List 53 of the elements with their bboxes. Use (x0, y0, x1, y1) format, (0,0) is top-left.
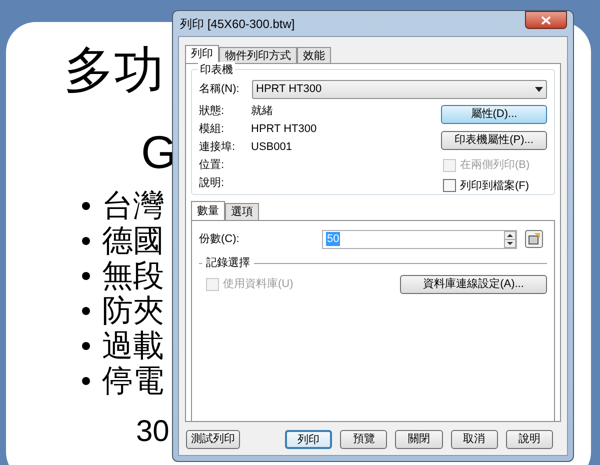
close-icon (541, 16, 551, 24)
printer-dropdown[interactable]: HPRT HT300 (252, 80, 547, 98)
tab[interactable]: 列印 (185, 45, 219, 63)
bullet-icon (82, 342, 90, 350)
tab[interactable]: 效能 (297, 47, 331, 63)
window-title: 列印 [45X60-300.btw] (180, 16, 295, 32)
button[interactable]: 列印 (284, 430, 332, 449)
slide-title: 多功 (64, 42, 164, 98)
bullet-text: 過載 (102, 328, 164, 362)
info-label: 模組: (199, 122, 226, 137)
button[interactable]: 預覽 (340, 430, 388, 449)
bullet-text: 停電 (102, 364, 164, 398)
info-value: USB001 (251, 140, 292, 155)
checkbox-label: 列印到檔案(F) (460, 178, 530, 194)
bullet-icon (82, 202, 90, 210)
bullet-text: 德國 (102, 224, 164, 258)
button[interactable]: 印表機屬性(P)... (441, 131, 547, 150)
info-value: 就緒 (251, 104, 273, 119)
slide-footer: 30 (136, 416, 170, 448)
bullet-text: 無段 (102, 258, 164, 292)
info-label: 說明: (199, 176, 226, 191)
bullet-icon (82, 306, 90, 314)
bullet-icon (82, 236, 90, 244)
counter-settings-icon (525, 230, 543, 248)
bullet-text: 台灣 (102, 188, 164, 222)
field-label: 名稱(N): (199, 82, 240, 97)
checkbox-label: 在兩側列印(B) (460, 158, 530, 173)
button[interactable]: 關閉 (395, 430, 443, 449)
button[interactable]: 測試列印 (186, 430, 240, 449)
button[interactable]: 取消 (450, 430, 498, 449)
tab[interactable]: 物件列印方式 (219, 47, 297, 63)
bullet-text: 防夾 (102, 294, 164, 328)
button[interactable]: 屬性(D)... (441, 105, 547, 124)
checkbox[interactable] (443, 179, 456, 192)
group-legend: 記錄選擇 (206, 255, 250, 272)
slide-subtitle: G (141, 128, 177, 176)
dropdown-value: HPRT HT300 (256, 82, 322, 97)
button[interactable]: 資料庫連線設定(A)... (400, 274, 547, 294)
checkbox-label: 使用資料庫(U) (223, 276, 294, 292)
info-value: HPRT HT300 (251, 122, 317, 137)
tab[interactable]: 數量 (191, 201, 225, 220)
spinner-icon (504, 230, 516, 248)
field-label: 份數(C): (199, 232, 240, 247)
tab[interactable]: 選項 (225, 203, 259, 220)
field-value: 50 (326, 232, 340, 246)
info-label: 連接埠: (199, 140, 236, 155)
bullet-icon (82, 272, 90, 280)
info-label: 位置: (199, 158, 226, 173)
info-label: 狀態: (199, 104, 226, 119)
bullet-icon (82, 376, 90, 384)
close-button[interactable] (525, 11, 567, 29)
button[interactable]: 說明 (506, 430, 553, 449)
dropdown-arrow-icon (535, 86, 543, 92)
